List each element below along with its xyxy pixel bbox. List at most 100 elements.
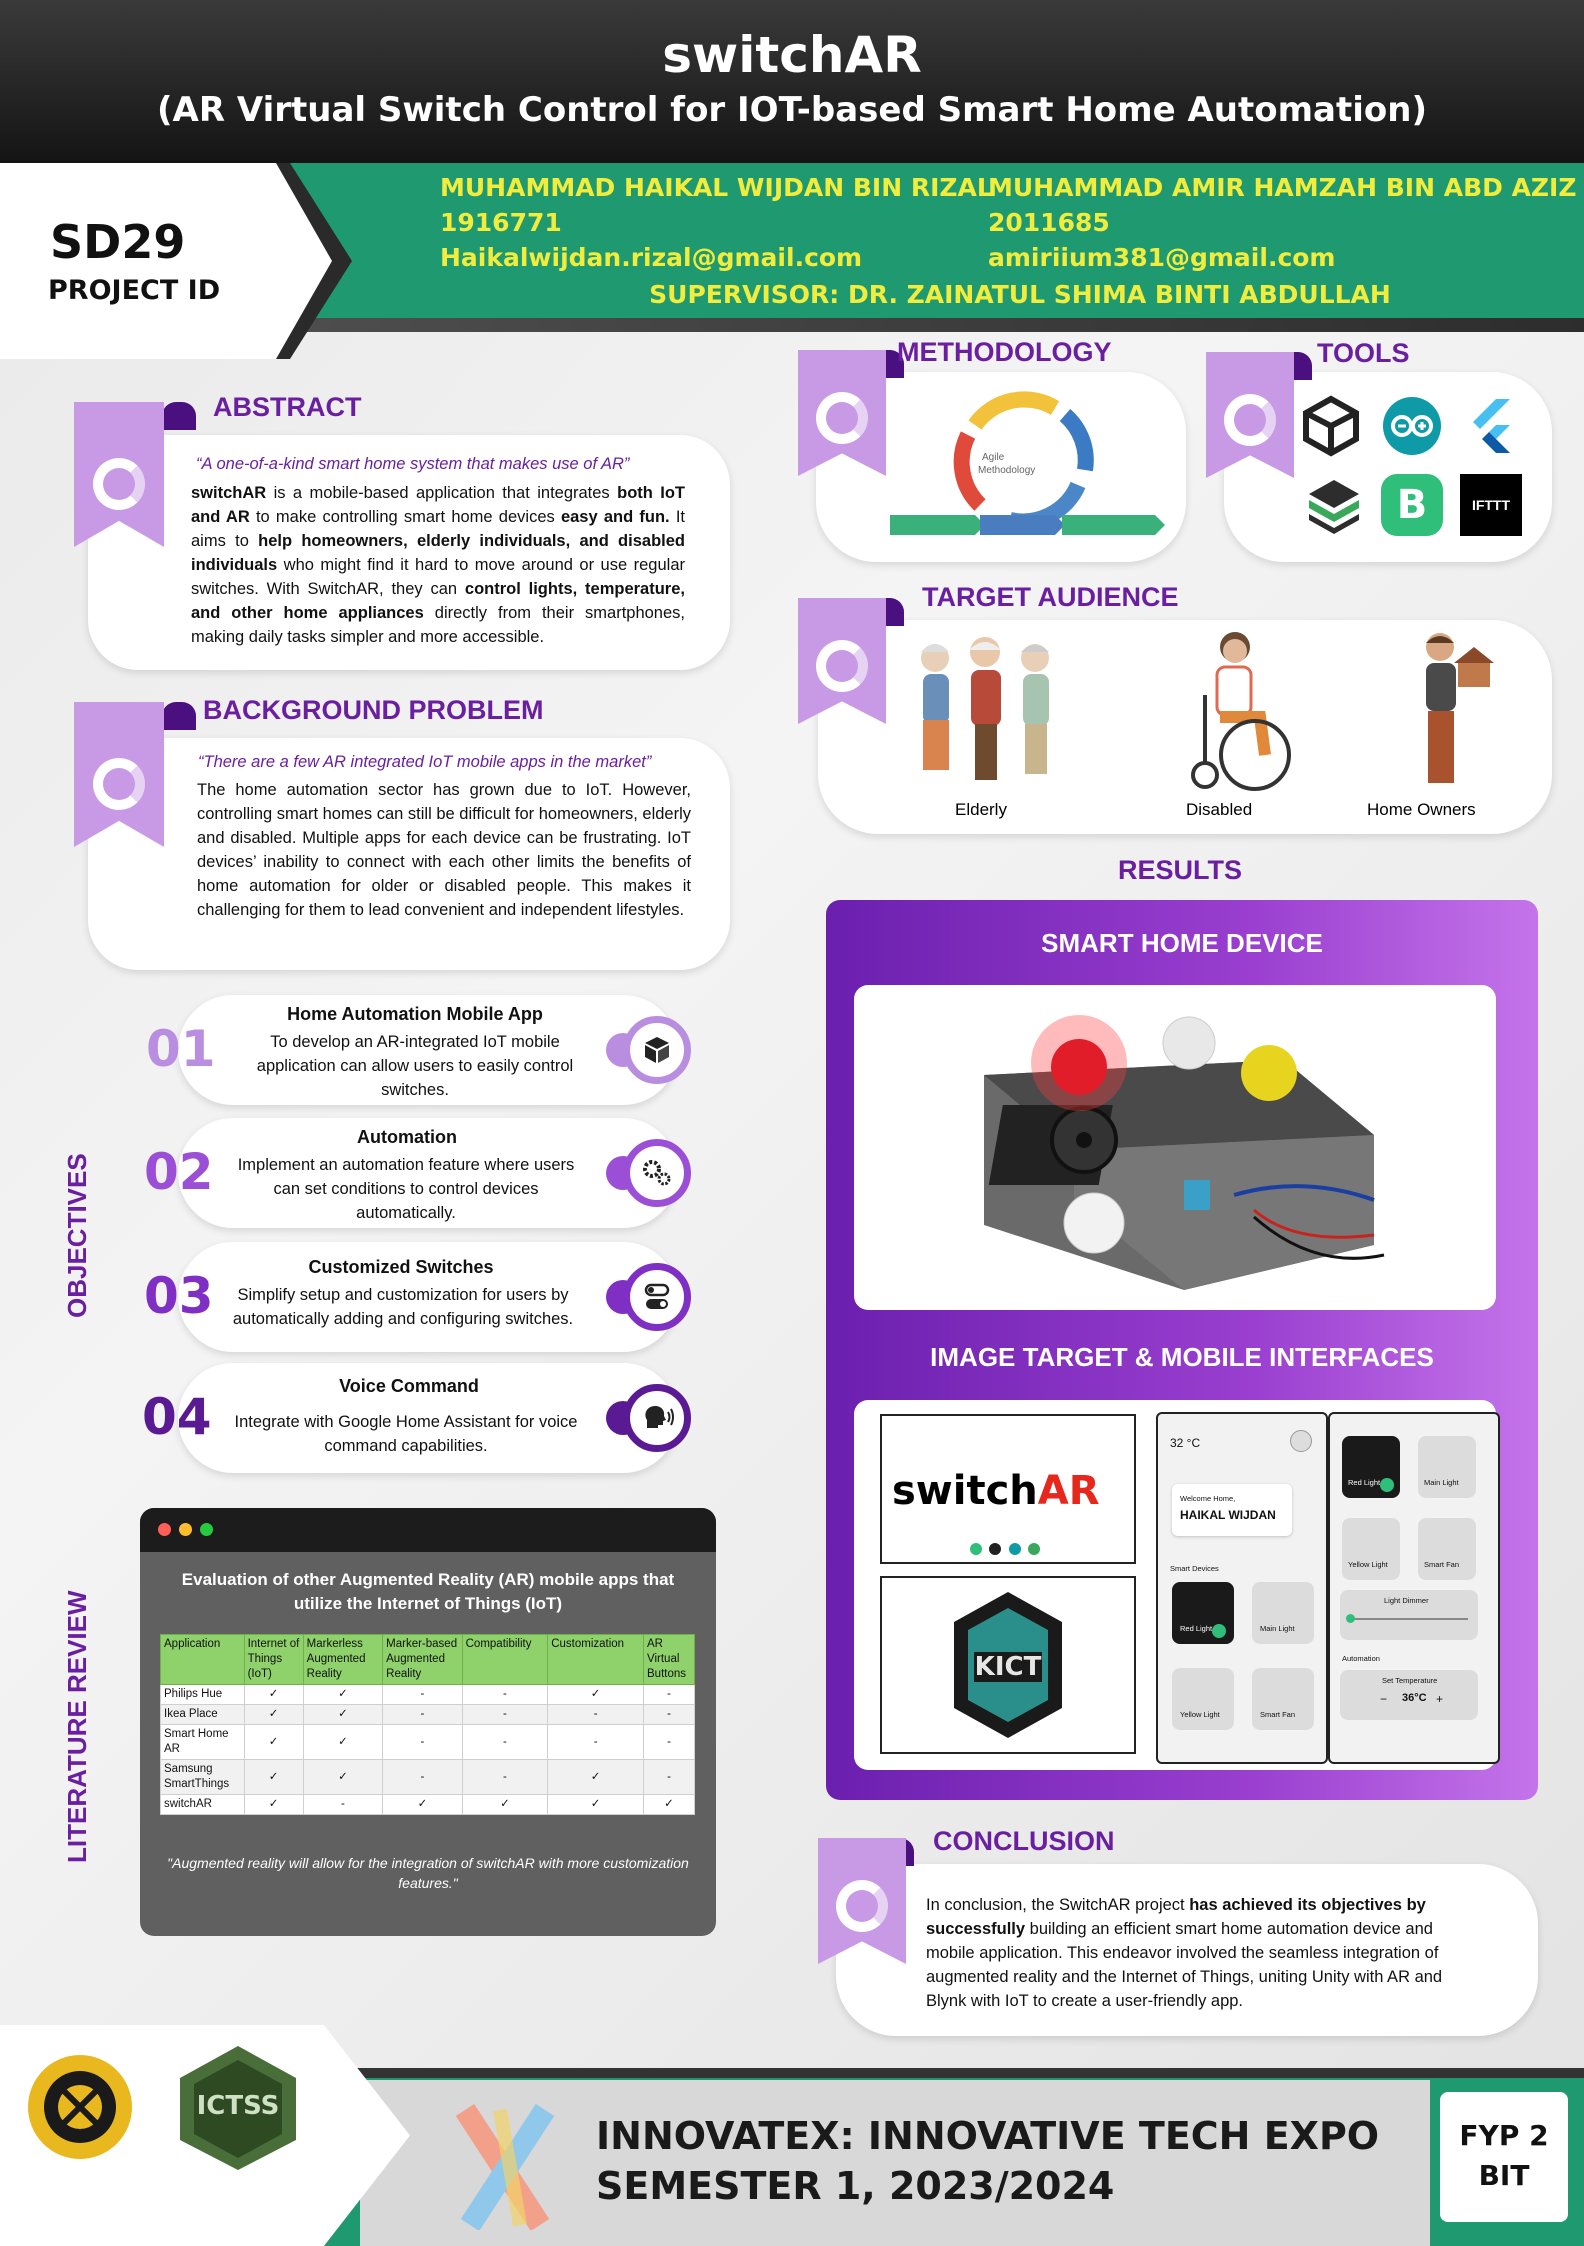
project-id: SD29 xyxy=(50,215,186,269)
ring-icon xyxy=(93,758,145,810)
table-cell: Ikea Place xyxy=(160,1704,245,1725)
background-text: The home automation sector has grown due… xyxy=(197,781,691,919)
settings-icon[interactable] xyxy=(1290,1430,1312,1452)
table-cell: Samsung SmartThings xyxy=(160,1759,245,1795)
target-logo-switch: switch xyxy=(892,1468,1038,1514)
background-ribbon-tab xyxy=(162,702,196,730)
objective-title: Automation xyxy=(357,1127,457,1147)
project-id-label: PROJECT ID xyxy=(48,275,221,306)
device-tile-red-light[interactable]: Red Light xyxy=(1172,1582,1234,1644)
table-cell: - xyxy=(461,1684,549,1705)
gears-icon xyxy=(623,1139,691,1207)
homeowner-illustration xyxy=(1426,633,1494,783)
device-tile-main-light[interactable]: Main Light xyxy=(1252,1582,1314,1644)
literature-note: "Augmented reality will allow for the in… xyxy=(167,1855,689,1891)
window-titlebar xyxy=(140,1508,716,1552)
temp-plus-button[interactable]: + xyxy=(1436,1692,1443,1706)
flutter-icon xyxy=(1473,399,1510,453)
image-target-title: IMAGE TARGET & MOBILE INTERFACES xyxy=(930,1342,1434,1372)
stack-layers-icon xyxy=(1028,1543,1041,1555)
smart-home-device-title: SMART HOME DEVICE xyxy=(1041,928,1323,958)
fyp-badge-line2: BIT xyxy=(1478,2159,1530,2192)
supervisor: SUPERVISOR: DR. ZAINATUL SHIMA BINTI ABD… xyxy=(649,280,1391,309)
footer-semester: SEMESTER 1, 2023/2024 xyxy=(596,2164,1115,2208)
audience-homeowners-label: Home Owners xyxy=(1367,800,1476,819)
audience-elderly-label: Elderly xyxy=(955,800,1007,819)
toggle-on[interactable] xyxy=(1212,1624,1226,1638)
table-cell: ✓ xyxy=(243,1794,304,1815)
table-cell: - xyxy=(643,1704,695,1725)
objective-number: 01 xyxy=(146,1020,216,1078)
table-header-row: Application Internet of Things (IoT) Mar… xyxy=(160,1634,695,1685)
table-cell: - xyxy=(461,1704,549,1725)
agile-cycle-diagram: Agile Methodology xyxy=(890,391,1165,535)
table-cell: Smart Home AR xyxy=(160,1724,245,1760)
objective-4: 04 Voice Command Integrate with Google H… xyxy=(140,1358,700,1478)
objective-1: 01 Home Automation Mobile App To develop… xyxy=(140,990,700,1110)
set-temperature-card: Set Temperature − 36°C + xyxy=(1340,1670,1478,1720)
device-tile-smart-fan[interactable]: Smart Fan xyxy=(1418,1518,1476,1580)
target-logo-ar: AR xyxy=(1037,1468,1100,1514)
temp-minus-button[interactable]: − xyxy=(1380,1692,1387,1706)
stack-layers-icon xyxy=(1309,480,1359,534)
ring-icon xyxy=(836,1880,888,1932)
device-tile-smart-fan[interactable]: Smart Fan xyxy=(1252,1668,1314,1730)
table-cell: ✓ xyxy=(302,1759,384,1795)
table-cell: - xyxy=(643,1759,695,1795)
toggle-switch-icon xyxy=(623,1263,691,1331)
welcome-card: Welcome Home, HAIKAL WIJDAN xyxy=(1172,1484,1292,1536)
kict-image-target: KICT xyxy=(880,1576,1136,1754)
arduino-icon xyxy=(1008,1543,1021,1555)
table-cell: - xyxy=(382,1704,463,1725)
table-cell: switchAR xyxy=(160,1794,245,1815)
dimmer-slider-knob[interactable] xyxy=(1346,1614,1355,1623)
table-cell: - xyxy=(643,1684,695,1705)
smart-devices-label: Smart Devices xyxy=(1170,1564,1219,1573)
table-row: Samsung SmartThings ✓ ✓ - - ✓ - xyxy=(160,1759,695,1795)
table-cell: - xyxy=(382,1724,463,1760)
agile-center-label: Agile xyxy=(982,452,1005,463)
table-cell: - xyxy=(461,1759,549,1795)
table-header: Customization xyxy=(547,1634,644,1685)
table-header: Marker-based Augmented Reality xyxy=(382,1634,463,1685)
abstract-heading: ABSTRACT xyxy=(213,392,362,422)
phone-home-screen: 32 °C Welcome Home, HAIKAL WIJDAN Smart … xyxy=(1156,1412,1328,1764)
project-id-block: SD29 PROJECT ID xyxy=(0,163,355,363)
background-quote: “There are a few AR integrated IoT mobil… xyxy=(198,753,652,771)
conclusion-heading: CONCLUSION xyxy=(933,1826,1115,1856)
poster-header: switchAR (AR Virtual Switch Control for … xyxy=(0,0,1584,163)
author-2-matric: 2011685 xyxy=(988,208,1110,237)
table-cell: ✓ xyxy=(243,1724,304,1760)
elderly-illustration xyxy=(921,637,1049,780)
dimmer-track[interactable] xyxy=(1350,1618,1468,1620)
close-dot xyxy=(158,1523,171,1536)
device-tile-red-light[interactable]: Red Light xyxy=(1342,1436,1400,1498)
ring-icon xyxy=(93,458,145,510)
table-cell: ✓ xyxy=(302,1684,384,1705)
table-cell: ✓ xyxy=(643,1794,695,1815)
literature-title: Evaluation of other Augmented Reality (A… xyxy=(181,1570,675,1613)
table-cell: - xyxy=(382,1759,463,1795)
welcome-user: HAIKAL WIJDAN xyxy=(1180,1508,1276,1522)
table-cell: ✓ xyxy=(382,1794,463,1815)
device-tile-yellow-light[interactable]: Yellow Light xyxy=(1172,1668,1234,1730)
unity-icon xyxy=(1303,395,1359,457)
fyp-badge: FYP 2 BIT xyxy=(1440,2092,1568,2222)
literature-window: Evaluation of other Augmented Reality (A… xyxy=(140,1508,716,1936)
conclusion-text: In conclusion, the SwitchAR project has … xyxy=(926,1896,1443,2010)
toggle-on[interactable] xyxy=(1380,1478,1394,1492)
device-tile-yellow-light[interactable]: Yellow Light xyxy=(1342,1518,1400,1580)
automation-label: Automation xyxy=(1342,1654,1380,1663)
abstract-ribbon-tab xyxy=(162,402,196,430)
author-2-name: MUHAMMAD AMIR HAMZAH BIN ABD AZIZ xyxy=(988,173,1577,202)
author-2: MUHAMMAD AMIR HAMZAH BIN ABD AZIZ 201168… xyxy=(988,170,1577,275)
table-cell: - xyxy=(547,1704,644,1725)
comparison-table: Application Internet of Things (IoT) Mar… xyxy=(160,1634,695,1815)
poster-subtitle: (AR Virtual Switch Control for IOT-based… xyxy=(156,90,1428,130)
table-cell: ✓ xyxy=(302,1724,384,1760)
objective-number: 02 xyxy=(144,1143,214,1201)
objective-3: 03 Customized Switches Simplify setup an… xyxy=(140,1237,700,1357)
table-cell: ✓ xyxy=(461,1794,549,1815)
footer-event-title: INNOVATEX: INNOVATIVE TECH EXPO xyxy=(596,2114,1380,2158)
device-tile-main-light[interactable]: Main Light xyxy=(1418,1436,1476,1498)
